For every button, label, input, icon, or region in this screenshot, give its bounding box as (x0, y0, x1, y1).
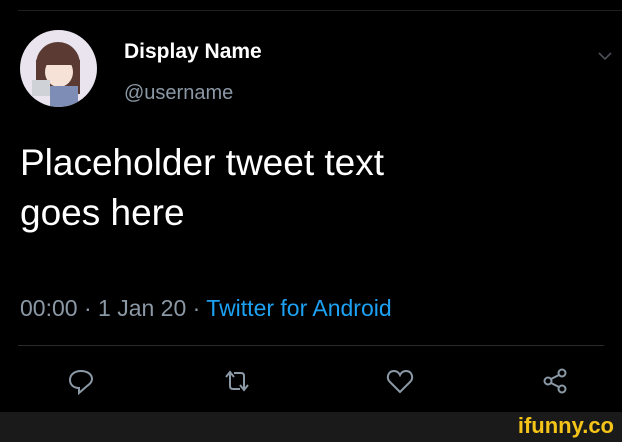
meta-separator: · (186, 295, 207, 321)
retweet-icon[interactable] (222, 366, 252, 396)
watermark-logo: ifunny.co (517, 413, 614, 438)
meta-separator: · (77, 295, 99, 321)
tweet-client-link[interactable]: Twitter for Android (206, 295, 391, 321)
display-name[interactable]: Display Name (124, 40, 262, 64)
actions-divider (18, 345, 604, 346)
reply-icon[interactable] (66, 366, 96, 396)
share-icon[interactable] (540, 366, 570, 396)
avatar[interactable] (20, 30, 97, 107)
top-divider (18, 10, 622, 11)
watermark-bar: ifunny.co (0, 412, 622, 442)
tweet-time: 00:00 (20, 295, 78, 321)
tweet-meta: 00:00 · 1 Jan 20 · Twitter for Android (20, 295, 392, 322)
chevron-down-icon[interactable] (597, 50, 613, 62)
like-icon[interactable] (385, 366, 415, 396)
tweet-text: Placeholder tweet text goes here (20, 142, 385, 233)
tweet-date: 1 Jan 20 (98, 295, 187, 321)
handle[interactable]: @username (124, 82, 233, 105)
